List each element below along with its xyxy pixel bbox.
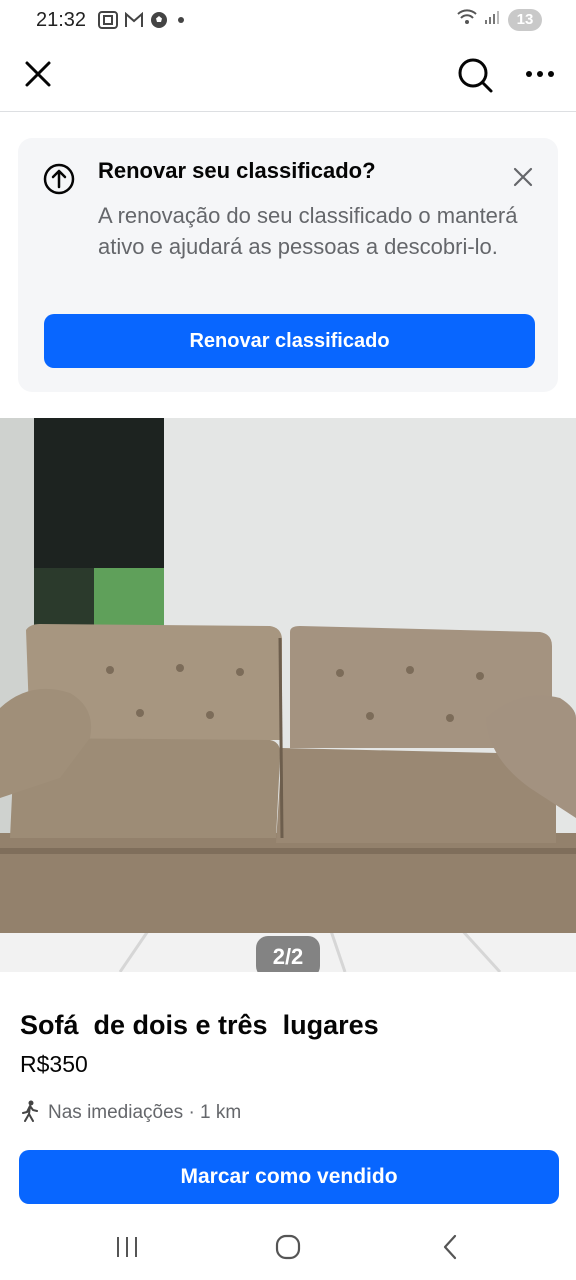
close-card-icon[interactable] [510, 164, 536, 190]
location-text: Nas imediações · 1 km [48, 1102, 242, 1123]
screenshot-icon [98, 11, 119, 29]
arrow-up-circle-icon [42, 162, 76, 196]
battery-level: 13 [516, 11, 534, 28]
product-photo[interactable]: 2/2 [0, 418, 576, 972]
listing-price: R$350 [20, 1051, 88, 1077]
soccer-ball-icon [150, 11, 168, 29]
listing-title: Sofá de dois e três lugares [20, 1010, 379, 1040]
recent-apps-icon[interactable] [114, 1234, 140, 1260]
status-time: 21:32 [36, 8, 87, 31]
home-icon[interactable] [274, 1233, 302, 1261]
top-nav [0, 44, 576, 112]
close-icon[interactable] [22, 58, 54, 90]
search-icon[interactable] [456, 56, 494, 94]
battery-icon: 13 [508, 8, 542, 31]
renew-listing-button[interactable]: Renovar classificado [44, 314, 535, 368]
renew-listing-card: Renovar seu classificado? A renovação do… [18, 138, 558, 392]
walking-person-icon [20, 1100, 40, 1127]
back-icon[interactable] [440, 1233, 460, 1261]
wifi-icon [456, 8, 478, 31]
android-nav-bar [0, 1216, 576, 1280]
gmail-icon [124, 12, 144, 28]
renew-card-title: Renovar seu classificado? [98, 158, 376, 183]
location-row: Nas imediações · 1 km [20, 1100, 241, 1126]
renew-card-description: A renovação do seu classificado o manter… [98, 203, 518, 259]
mark-as-sold-button[interactable]: Marcar como vendido [19, 1150, 559, 1204]
photo-counter: 2/2 [256, 936, 320, 972]
notification-dot [178, 17, 185, 23]
more-options-icon[interactable] [524, 62, 556, 86]
status-icons-right: 13 [456, 8, 542, 31]
signal-icon [484, 9, 502, 30]
status-bar: 21:32 13 [0, 0, 576, 40]
status-icons-left [98, 11, 185, 29]
